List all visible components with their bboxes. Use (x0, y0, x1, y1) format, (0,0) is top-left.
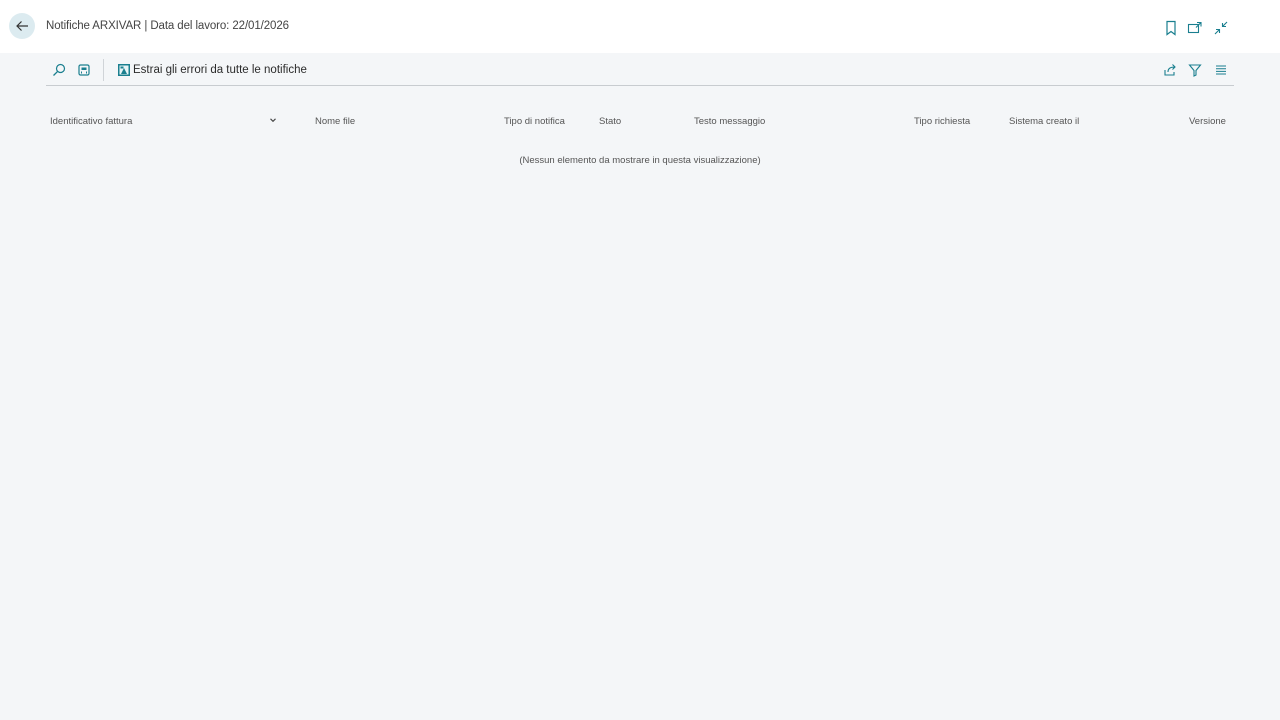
view-layout-icon (78, 64, 90, 76)
page-title: Notifiche ARXIVAR | Data del lavoro: 22/… (46, 20, 289, 32)
filter-icon (1188, 64, 1202, 77)
toolbar-divider (103, 59, 104, 81)
column-header-nome-file[interactable]: Nome file (315, 116, 355, 127)
bookmark-icon (1166, 20, 1176, 36)
column-header-sistema-creato-il[interactable]: Sistema creato il (1009, 116, 1079, 127)
bookmark-button[interactable] (1163, 19, 1179, 37)
search-icon (53, 63, 66, 76)
extract-errors-button[interactable]: Estrai gli errori da tutte le notifiche (117, 61, 307, 79)
chevron-down-icon[interactable] (268, 115, 278, 125)
column-header-tipo-richiesta[interactable]: Tipo richiesta (914, 116, 970, 127)
back-button[interactable] (9, 13, 35, 39)
column-header-stato[interactable]: Stato (599, 116, 621, 127)
collapse-icon (1214, 21, 1228, 35)
column-header-testo-messaggio[interactable]: Testo messaggio (694, 116, 765, 127)
list-view-icon (1216, 65, 1226, 75)
share-icon (1164, 64, 1176, 76)
view-layout-button[interactable] (76, 62, 92, 78)
extract-errors-label: Estrai gli errori da tutte le notifiche (133, 64, 307, 76)
open-new-window-icon (1187, 21, 1202, 34)
share-button[interactable] (1162, 62, 1178, 78)
action-toolbar: Estrai gli errori da tutte le notifiche (46, 54, 1234, 86)
page-header: Notifiche ARXIVAR | Data del lavoro: 22/… (0, 0, 1280, 53)
empty-state-message: (Nessun elemento da mostrare in questa v… (519, 155, 761, 166)
open-new-window-button[interactable] (1187, 19, 1203, 37)
column-header-identificativo-fattura[interactable]: Identificativo fattura (50, 116, 132, 127)
extract-errors-icon (118, 64, 130, 76)
search-button[interactable] (51, 62, 67, 78)
arrow-left-icon (16, 21, 28, 31)
column-header-versione[interactable]: Versione (1189, 116, 1226, 127)
collapse-button[interactable] (1213, 19, 1229, 37)
column-header-tipo-di-notifica[interactable]: Tipo di notifica (504, 116, 565, 127)
filter-button[interactable] (1187, 62, 1203, 78)
list-view-button[interactable] (1213, 62, 1229, 78)
